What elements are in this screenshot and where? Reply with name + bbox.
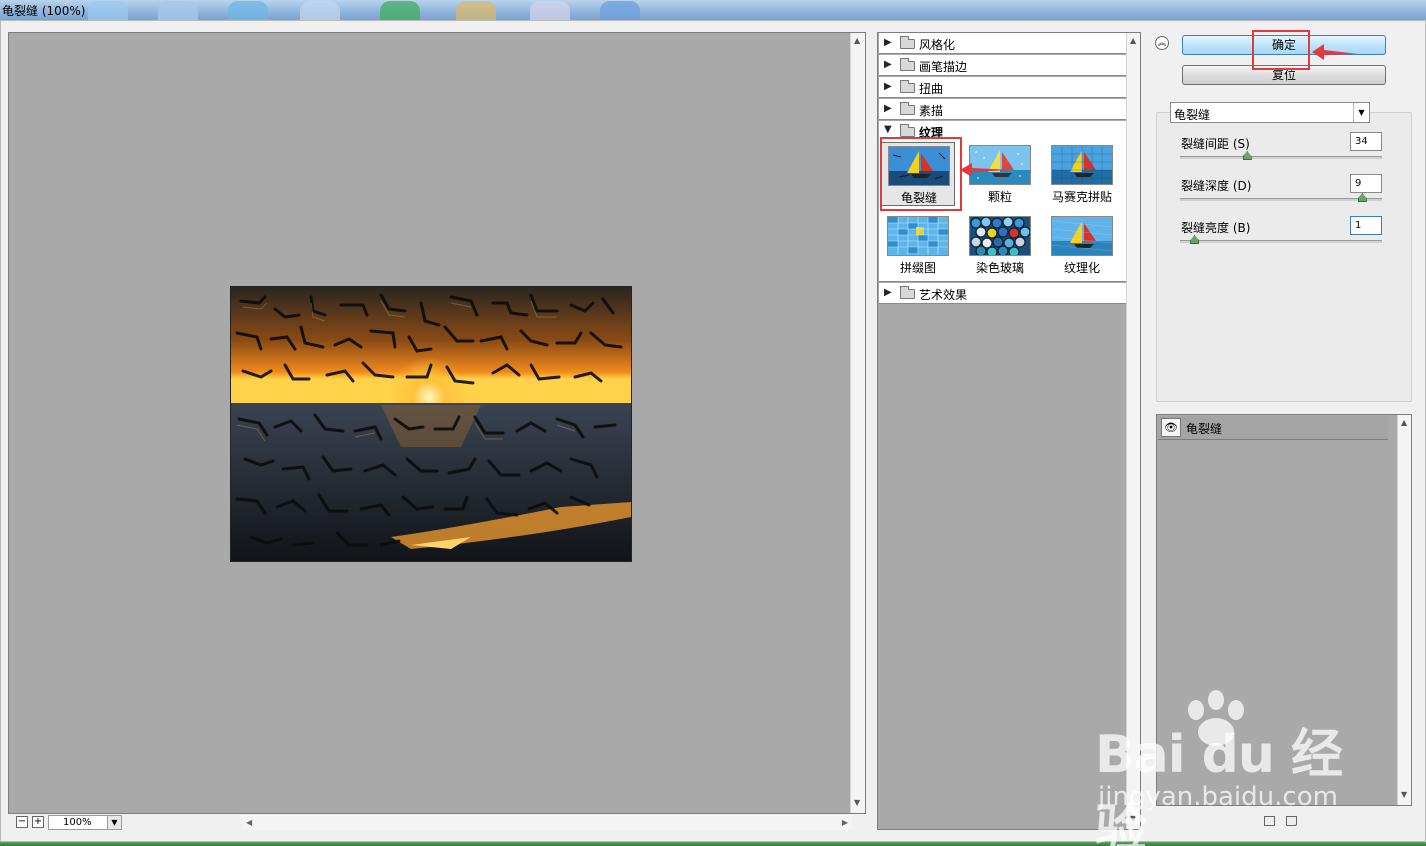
taskbar-strip bbox=[0, 842, 1426, 846]
expand-arrow-icon[interactable]: ▶ bbox=[884, 287, 892, 298]
param-label: 裂缝亮度 (B) bbox=[1181, 221, 1251, 235]
new-layer-icon[interactable] bbox=[1264, 816, 1275, 826]
filter-thumb-stained-glass[interactable]: 染色玻璃 bbox=[963, 213, 1037, 277]
filter-label: 拼缀图 bbox=[899, 261, 936, 275]
folder-icon bbox=[900, 286, 915, 299]
category-distort[interactable]: ▶ 扭曲 bbox=[879, 77, 1126, 98]
crack-spacing-input[interactable]: 34 bbox=[1350, 132, 1382, 151]
filter-thumb-mosaic-tiles[interactable]: 马赛克拼贴 bbox=[1045, 142, 1119, 206]
taskbar-icon bbox=[600, 1, 640, 20]
crack-depth-input[interactable]: 9 bbox=[1350, 174, 1382, 193]
chevron-down-icon[interactable]: ▼ bbox=[107, 816, 121, 829]
category-label: 素描 bbox=[919, 104, 944, 118]
param-label: 裂缝间距 (S) bbox=[1181, 137, 1250, 151]
expand-arrow-icon[interactable]: ▶ bbox=[884, 81, 892, 92]
category-sketch[interactable]: ▶ 素描 bbox=[879, 99, 1126, 120]
window-title: 龟裂缝 (100%) bbox=[2, 4, 86, 18]
category-label: 扭曲 bbox=[919, 82, 944, 96]
taskbar-icon bbox=[380, 1, 420, 20]
taskbar-icon bbox=[88, 1, 128, 20]
collapse-gallery-icon[interactable]: ︽ bbox=[1155, 36, 1169, 50]
layers-vertical-scrollbar[interactable]: ▲ ▼ bbox=[1397, 415, 1411, 805]
category-label: 艺术效果 bbox=[919, 288, 968, 302]
folder-icon bbox=[900, 80, 915, 93]
eye-icon[interactable]: 👁 bbox=[1161, 418, 1181, 437]
taskbar-icon bbox=[228, 1, 268, 20]
filter-label: 颗粒 bbox=[987, 190, 1012, 204]
scroll-up-icon[interactable]: ▲ bbox=[1130, 37, 1136, 45]
crack-depth-slider[interactable] bbox=[1180, 198, 1382, 201]
collapse-arrow-icon[interactable]: ▼ bbox=[884, 124, 892, 135]
sailboat-thumbnail bbox=[1051, 216, 1113, 256]
taskbar-icon bbox=[530, 1, 570, 20]
scroll-right-icon[interactable]: ▶ bbox=[842, 818, 848, 827]
settings-column: ︽ 确定 复位 龟裂缝 ▼ 裂缝间距 (S) 34 裂缝深度 (D) 9 裂缝亮… bbox=[1150, 32, 1418, 830]
folder-icon bbox=[900, 124, 915, 137]
chevron-down-icon[interactable]: ▼ bbox=[1353, 103, 1369, 122]
crack-spacing-slider[interactable] bbox=[1180, 156, 1382, 159]
filter-thumb-patchwork[interactable]: 拼缀图 bbox=[881, 213, 955, 277]
scroll-up-icon[interactable]: ▲ bbox=[854, 37, 860, 45]
category-label: 风格化 bbox=[919, 38, 956, 52]
scroll-down-icon[interactable]: ▼ bbox=[1401, 791, 1407, 799]
sailboat-thumbnail bbox=[1051, 145, 1113, 185]
annotation-highlight-ok bbox=[1252, 30, 1310, 70]
effect-layer-row[interactable]: 👁 龟裂缝 bbox=[1158, 416, 1388, 440]
stained-glass-thumbnail bbox=[969, 216, 1031, 256]
zoom-out-button[interactable]: − bbox=[16, 816, 28, 828]
filter-label: 马赛克拼贴 bbox=[1051, 190, 1112, 204]
param-crack-spacing: 裂缝间距 (S) 34 bbox=[1178, 132, 1384, 170]
folder-icon bbox=[900, 58, 915, 71]
param-label: 裂缝深度 (D) bbox=[1181, 179, 1252, 193]
annotation-arrow-icon bbox=[960, 163, 1012, 177]
taskbar-icon bbox=[300, 1, 340, 20]
annotation-arrow-icon bbox=[1312, 44, 1358, 60]
gallery-vertical-scrollbar[interactable]: ▲ ▼ bbox=[1126, 33, 1140, 829]
title-bar: 龟裂缝 (100%) bbox=[0, 0, 1426, 20]
preview-canvas[interactable]: ▲ ▼ bbox=[8, 32, 866, 814]
trash-icon[interactable] bbox=[1286, 816, 1297, 826]
zoom-in-button[interactable]: + bbox=[32, 816, 44, 828]
preview-vertical-scrollbar[interactable]: ▲ ▼ bbox=[850, 33, 865, 813]
taskbar-icon bbox=[456, 1, 496, 20]
category-brush-strokes[interactable]: ▶ 画笔描边 bbox=[879, 55, 1126, 76]
expand-arrow-icon[interactable]: ▶ bbox=[884, 37, 892, 48]
filter-label: 染色玻璃 bbox=[975, 261, 1024, 275]
slider-knob[interactable] bbox=[1190, 235, 1200, 244]
slider-knob[interactable] bbox=[1242, 151, 1252, 160]
filter-label: 纹理化 bbox=[1063, 261, 1100, 275]
layer-label: 龟裂缝 bbox=[1186, 422, 1223, 436]
filter-select[interactable]: 龟裂缝 ▼ bbox=[1170, 102, 1370, 123]
scroll-down-icon[interactable]: ▼ bbox=[1130, 815, 1136, 823]
scroll-down-icon[interactable]: ▼ bbox=[854, 799, 860, 807]
expand-arrow-icon[interactable]: ▶ bbox=[884, 59, 892, 70]
scroll-left-icon[interactable]: ◀ bbox=[246, 818, 252, 827]
folder-icon bbox=[900, 36, 915, 49]
folder-icon bbox=[900, 102, 915, 115]
param-crack-brightness: 裂缝亮度 (B) 1 bbox=[1178, 216, 1384, 254]
category-artistic[interactable]: ▶ 艺术效果 bbox=[879, 283, 1126, 304]
filter-thumb-texturizer[interactable]: 纹理化 bbox=[1045, 213, 1119, 277]
effect-layers-panel: 👁 龟裂缝 ▲ ▼ bbox=[1156, 414, 1412, 806]
zoom-bar: − + 100% ▼ ◀ ▶ bbox=[8, 814, 866, 832]
param-crack-depth: 裂缝深度 (D) 9 bbox=[1178, 174, 1384, 212]
zoom-select[interactable]: 100% ▼ bbox=[48, 815, 122, 830]
category-stylize[interactable]: ▶ 风格化 bbox=[879, 33, 1126, 54]
expand-arrow-icon[interactable]: ▶ bbox=[884, 103, 892, 114]
category-label: 画笔描边 bbox=[919, 60, 968, 74]
crack-brightness-slider[interactable] bbox=[1180, 240, 1382, 243]
annotation-highlight-craquelure bbox=[880, 137, 962, 211]
slider-knob[interactable] bbox=[1357, 193, 1367, 202]
zoom-value: 100% bbox=[63, 817, 92, 828]
scroll-up-icon[interactable]: ▲ bbox=[1401, 419, 1407, 427]
crack-brightness-input[interactable]: 1 bbox=[1350, 216, 1382, 235]
preview-horizontal-scrollbar[interactable]: ◀ ▶ bbox=[242, 815, 852, 830]
preview-image bbox=[230, 286, 632, 562]
patchwork-thumbnail bbox=[887, 216, 949, 256]
filter-select-value: 龟裂缝 bbox=[1174, 108, 1211, 122]
taskbar-icon bbox=[158, 1, 198, 20]
